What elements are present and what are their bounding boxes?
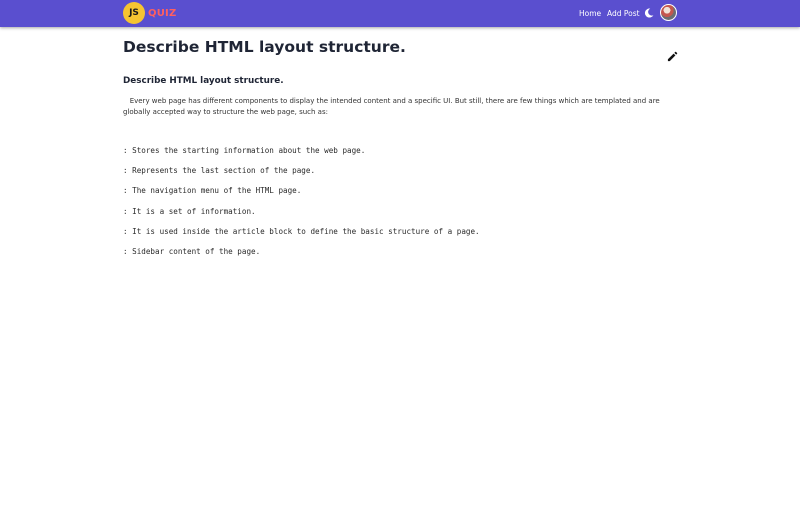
page-title: Describe HTML layout structure. <box>123 38 406 56</box>
layout-elements-list: : Stores the starting information about … <box>123 146 480 267</box>
logo-text: QUIZ <box>148 7 177 19</box>
site-logo[interactable]: JS QUIZ <box>123 2 176 24</box>
list-item: : It is used inside the article block to… <box>123 226 480 236</box>
list-item: : Stores the starting information about … <box>123 146 366 155</box>
post-subtitle: Describe HTML layout structure. <box>123 76 284 86</box>
navbar: JS QUIZ Home Add Post <box>0 0 800 27</box>
moon-icon[interactable] <box>644 8 654 18</box>
post-paragraph: Every web page has different components … <box>123 96 683 117</box>
pencil-icon[interactable] <box>667 51 678 62</box>
nav-home-link[interactable]: Home <box>579 9 601 18</box>
logo-badge: JS <box>123 2 145 24</box>
list-item: : Represents the last section of the pag… <box>123 166 316 176</box>
list-item: : It is a set of information. <box>123 206 256 216</box>
nav-add-post-link[interactable]: Add Post <box>607 9 640 18</box>
user-avatar[interactable] <box>660 4 677 21</box>
post-paragraph-text: Every web page has different components … <box>123 97 660 116</box>
list-item: : The navigation menu of the HTML page. <box>123 186 302 196</box>
list-item: : Sidebar content of the page. <box>123 246 261 256</box>
